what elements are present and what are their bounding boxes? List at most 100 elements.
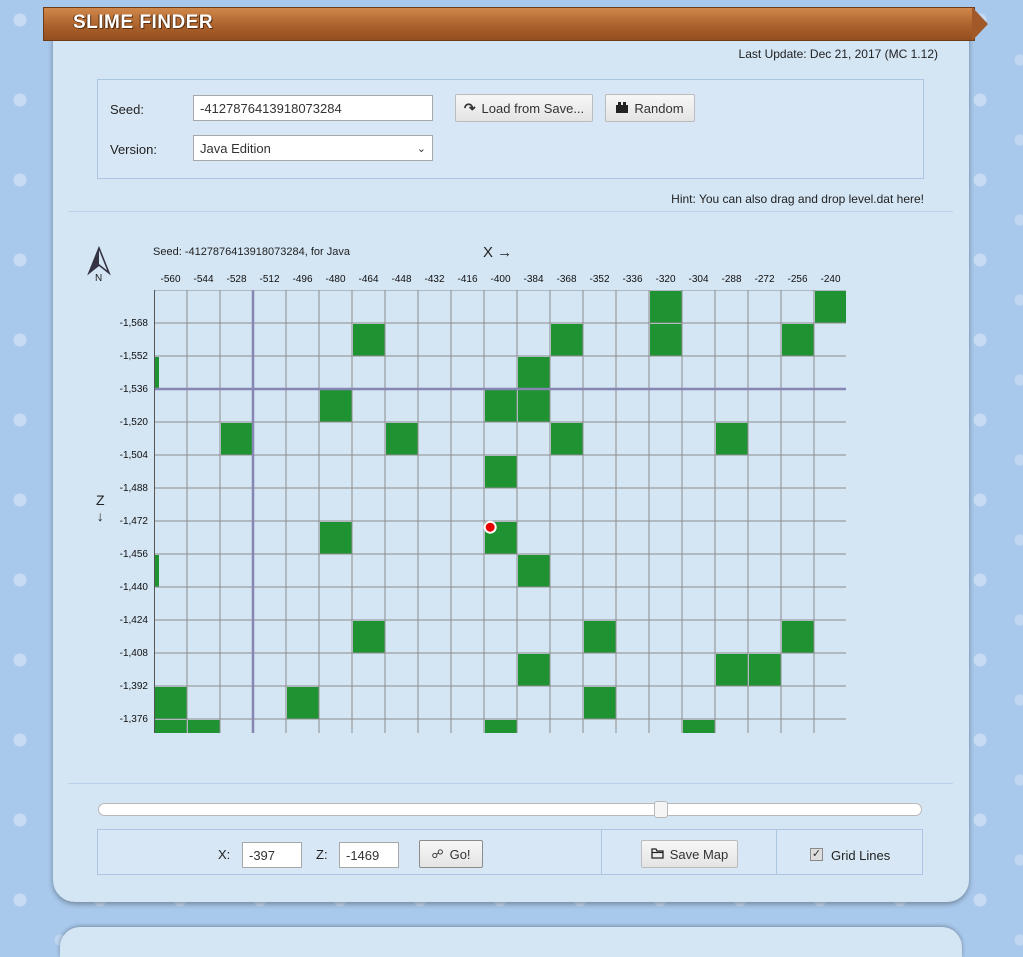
- x-tick-label: -368: [556, 274, 576, 285]
- x-tick-label: -400: [490, 274, 510, 285]
- x-tick-label: -496: [292, 274, 312, 285]
- slime-chunk: [221, 423, 253, 455]
- slime-chunk: [386, 423, 418, 455]
- z-tick-label: -1,376: [120, 714, 149, 725]
- x-tick-label: -432: [424, 274, 444, 285]
- slime-chunk: [782, 621, 814, 653]
- slime-chunk: [551, 324, 583, 356]
- random-label: Random: [634, 100, 684, 116]
- map-caption: Seed: -4127876413918073284, for Java: [153, 246, 350, 258]
- x-tick-label: -512: [259, 274, 279, 285]
- slime-chunk: [287, 687, 319, 719]
- x-tick-label: -304: [688, 274, 708, 285]
- x-tick-label: -464: [358, 274, 378, 285]
- divider-bottom: [68, 783, 953, 784]
- chevron-down-icon: ⌄: [416, 142, 426, 155]
- slime-chunk: [584, 621, 616, 653]
- hint-text: Hint: You can also drag and drop level.d…: [671, 192, 924, 206]
- slime-chunk: [815, 291, 846, 323]
- random-button[interactable]: Random: [605, 94, 695, 122]
- x-coord-input[interactable]: [242, 842, 302, 868]
- divider-top: [68, 211, 953, 212]
- next-panel-edge: [60, 927, 962, 957]
- version-select[interactable]: Java Edition ⌄: [193, 135, 433, 161]
- page-title: SLIME FINDER: [73, 12, 214, 33]
- x-tick-label: -560: [160, 274, 180, 285]
- z-tick-label: -1,456: [120, 549, 149, 560]
- z-tick-label: -1,408: [120, 648, 149, 659]
- slime-chunk: [188, 720, 220, 733]
- save-map-button[interactable]: Save Map: [641, 840, 738, 868]
- x-tick-label: -240: [820, 274, 840, 285]
- x-tick-label: -544: [193, 274, 213, 285]
- x-tick-label: -256: [787, 274, 807, 285]
- last-update-text: Last Update: Dec 21, 2017 (MC 1.12): [738, 47, 938, 61]
- x-tick-label: -528: [226, 274, 246, 285]
- slime-chunk: [353, 621, 385, 653]
- slime-chunk: [320, 390, 352, 422]
- slime-chunk: [650, 324, 682, 356]
- slime-chunk: [683, 720, 715, 733]
- x-coord-label: X:: [218, 847, 231, 862]
- z-tick-label: -1,392: [120, 681, 149, 692]
- slime-chunk: [518, 357, 550, 389]
- slime-chunk: [485, 390, 517, 422]
- z-tick-label: -1,568: [120, 318, 149, 329]
- map-content: [154, 290, 846, 733]
- slime-chunk: [353, 324, 385, 356]
- dice-icon: [616, 101, 629, 116]
- x-tick-label: -448: [391, 274, 411, 285]
- slime-chunk: [749, 654, 781, 686]
- z-coord-label: Z:: [316, 847, 328, 862]
- slime-chunk: [485, 720, 517, 733]
- position-marker: [483, 520, 497, 534]
- x-tick-label: -336: [622, 274, 642, 285]
- slime-chunk: [518, 555, 550, 587]
- slime-chunk: [584, 687, 616, 719]
- zoom-slider-track[interactable]: [98, 803, 922, 816]
- z-tick-label: -1,504: [120, 450, 149, 461]
- x-tick-label: -320: [655, 274, 675, 285]
- z-tick-label: -1,488: [120, 483, 149, 494]
- go-button[interactable]: ☍ Go!: [419, 840, 483, 868]
- zoom-slider-handle[interactable]: [653, 801, 668, 818]
- z-coord-input[interactable]: [339, 842, 399, 868]
- load-from-save-button[interactable]: ↷ Load from Save...: [455, 94, 593, 122]
- slime-chunk-map[interactable]: -560 -544 -528 -512 -496 -480 -464 -448 -432 -416…: [100, 266, 860, 736]
- slime-chunk: [518, 654, 550, 686]
- slime-chunk: [485, 456, 517, 488]
- save-map-label: Save Map: [669, 846, 729, 862]
- slime-chunk: [518, 390, 550, 422]
- z-tick-label: -1,472: [120, 516, 149, 527]
- globe-icon: ☍: [431, 847, 444, 861]
- slime-chunk: [155, 687, 187, 719]
- slime-chunk: [320, 522, 352, 554]
- x-tick-label: -352: [589, 274, 609, 285]
- slime-chunk: [716, 654, 748, 686]
- grid-lines-label: Grid Lines: [831, 848, 891, 863]
- z-tick-label: -1,424: [120, 615, 149, 626]
- seed-label: Seed:: [110, 102, 144, 117]
- x-tick-label: -384: [523, 274, 543, 285]
- banner-tip: [972, 7, 988, 41]
- slime-chunk: [716, 423, 748, 455]
- grid-lines-checkbox[interactable]: ✓: [810, 848, 823, 861]
- x-tick-label: -272: [754, 274, 774, 285]
- z-tick-label: -1,440: [120, 582, 149, 593]
- rotate-icon: ↷: [463, 99, 476, 116]
- load-from-save-label: Load from Save...: [481, 100, 585, 116]
- z-tick-label: -1,536: [120, 384, 149, 395]
- slime-chunk: [551, 423, 583, 455]
- version-label: Version:: [110, 142, 157, 157]
- folder-icon: [651, 847, 664, 862]
- slime-chunk: [782, 324, 814, 356]
- x-tick-label: -288: [721, 274, 741, 285]
- slime-chunk: [155, 720, 187, 733]
- slime-chunk: [650, 291, 682, 323]
- x-tick-label: -416: [457, 274, 477, 285]
- x-axis-label: X →: [483, 244, 513, 261]
- version-selected-value: Java Edition: [200, 140, 271, 156]
- seed-input[interactable]: [193, 95, 433, 121]
- z-tick-label: -1,520: [120, 417, 149, 428]
- go-label: Go!: [449, 846, 471, 862]
